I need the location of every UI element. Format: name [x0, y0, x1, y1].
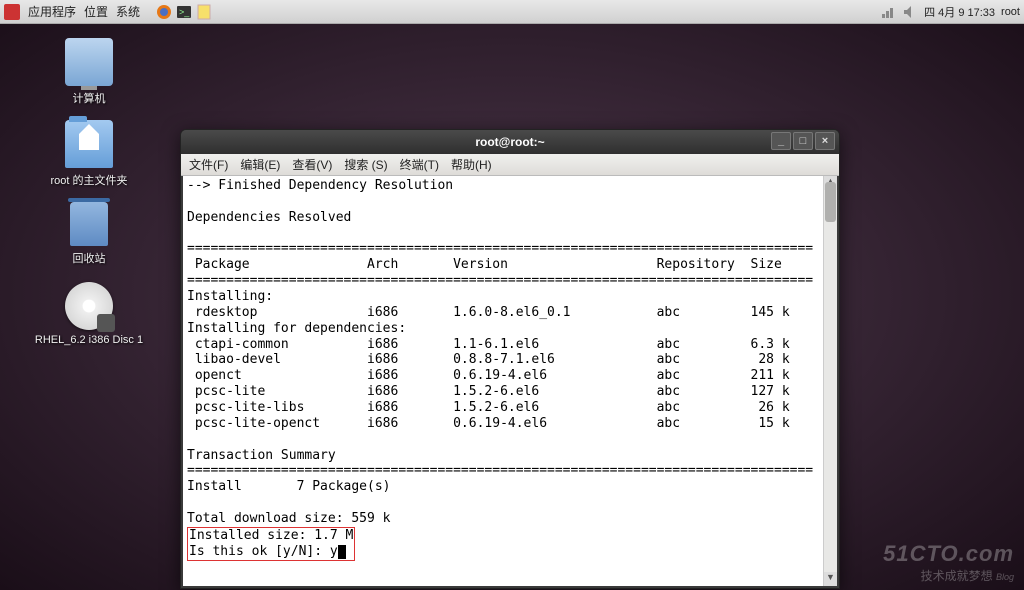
desktop-icon-home[interactable]: root 的主文件夹: [44, 120, 134, 188]
menu-file[interactable]: 文件(F): [185, 156, 232, 173]
firefox-icon[interactable]: [156, 4, 172, 20]
terminal-launcher-icon[interactable]: >_: [176, 4, 192, 20]
window-menubar: 文件(F) 编辑(E) 查看(V) 搜索 (S) 终端(T) 帮助(H): [181, 154, 839, 176]
desktop-icon-label: RHEL_6.2 i386 Disc 1: [34, 334, 144, 346]
desktop-icon-label: 计算机: [44, 90, 134, 106]
desktop-icon-computer[interactable]: 计算机: [44, 38, 134, 106]
window-titlebar[interactable]: root@root:~ _ □ ×: [181, 130, 839, 154]
scroll-down-icon[interactable]: ▼: [824, 572, 837, 586]
notes-icon[interactable]: [196, 4, 212, 20]
dvd-icon: [65, 282, 113, 330]
window-title: root@root:~: [475, 135, 544, 149]
menu-applications[interactable]: 应用程序: [28, 3, 76, 20]
desktop: 计算机 root 的主文件夹 回收站 RHEL_6.2 i386 Disc 1 …: [0, 24, 1024, 590]
close-button[interactable]: ×: [815, 132, 835, 150]
terminal-output[interactable]: --> Finished Dependency Resolution Depen…: [183, 176, 837, 586]
menu-help[interactable]: 帮助(H): [447, 156, 496, 173]
desktop-icon-label: root 的主文件夹: [44, 172, 134, 188]
trash-icon: [70, 202, 108, 246]
minimize-button[interactable]: _: [771, 132, 791, 150]
desktop-icon-trash[interactable]: 回收站: [44, 202, 134, 266]
svg-text:>_: >_: [179, 7, 190, 17]
menu-search[interactable]: 搜索 (S): [340, 156, 391, 173]
desktop-icon-dvd[interactable]: RHEL_6.2 i386 Disc 1: [34, 282, 144, 346]
home-folder-icon: [65, 120, 113, 168]
taskbar-clock[interactable]: 四 4月 9 17:33: [924, 4, 995, 20]
taskbar-user[interactable]: root: [1001, 6, 1020, 18]
scrollbar[interactable]: ▲ ▼: [823, 176, 837, 586]
desktop-icon-label: 回收站: [44, 250, 134, 266]
watermark: 51CTO.com 技术成就梦想 Blog: [883, 541, 1014, 584]
menu-terminal[interactable]: 终端(T): [396, 156, 443, 173]
menu-places[interactable]: 位置: [84, 3, 108, 20]
scroll-thumb[interactable]: [825, 182, 836, 222]
menu-view[interactable]: 查看(V): [288, 156, 336, 173]
top-taskbar: 应用程序 位置 系统 >_ 四 4月 9 17:33 root: [0, 0, 1024, 24]
menu-system[interactable]: 系统: [116, 3, 140, 20]
maximize-button[interactable]: □: [793, 132, 813, 150]
network-tray-icon[interactable]: [880, 4, 896, 20]
menu-edit[interactable]: 编辑(E): [236, 156, 284, 173]
distro-logo-icon: [4, 4, 20, 20]
computer-icon: [65, 38, 113, 86]
terminal-window: root@root:~ _ □ × 文件(F) 编辑(E) 查看(V) 搜索 (…: [180, 129, 840, 589]
volume-tray-icon[interactable]: [902, 4, 918, 20]
